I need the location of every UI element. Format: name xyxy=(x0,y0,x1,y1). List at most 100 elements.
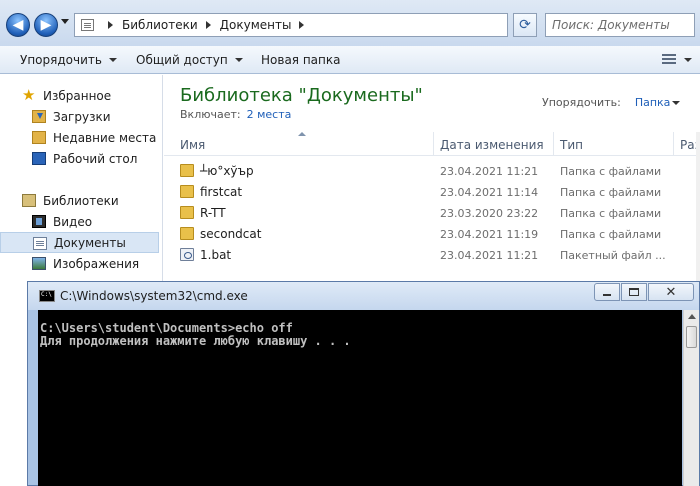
libraries-icon xyxy=(22,194,36,207)
includes-locations-link[interactable]: 2 места xyxy=(247,108,292,121)
minimize-button[interactable] xyxy=(594,283,620,301)
library-includes: Включает: 2 места xyxy=(180,108,291,121)
video-icon xyxy=(32,215,46,228)
cmd-icon xyxy=(39,290,55,302)
batch-file-icon xyxy=(180,248,194,261)
folder-icon xyxy=(180,185,194,198)
sidebar-item-recent-places[interactable]: Недавние места xyxy=(0,127,159,148)
minimize-icon xyxy=(603,294,611,296)
chevron-down-icon xyxy=(234,58,243,62)
folder-icon xyxy=(180,227,194,240)
arrow-right-icon: ▶ xyxy=(40,17,52,33)
view-dropdown-icon[interactable] xyxy=(684,58,692,62)
library-title: Библиотека "Документы" xyxy=(180,85,423,106)
sidebar-item-label: Библиотеки xyxy=(43,193,119,208)
new-folder-label: Новая папка xyxy=(261,53,341,67)
images-icon xyxy=(32,257,46,270)
sidebar-item-favorites[interactable]: ★ Избранное xyxy=(0,85,159,106)
maximize-button[interactable] xyxy=(621,283,647,301)
sidebar-item-images[interactable]: Изображения xyxy=(0,253,159,274)
file-type: Папка с файлами xyxy=(560,207,662,220)
sidebar-item-desktop[interactable]: Рабочий стол xyxy=(0,148,159,169)
arrow-left-icon: ◀ xyxy=(12,17,24,33)
folder-icon xyxy=(180,206,194,219)
column-divider[interactable] xyxy=(553,132,554,156)
star-icon: ★ xyxy=(22,86,36,104)
forward-button[interactable]: ▶ xyxy=(34,13,58,37)
sidebar-item-downloads[interactable]: Загрузки xyxy=(0,106,159,127)
share-button[interactable]: Общий доступ xyxy=(136,53,243,67)
file-date: 23.04.2021 11:21 xyxy=(440,165,539,178)
sidebar-item-documents[interactable]: Документы xyxy=(0,232,159,253)
file-type: Папка с файлами xyxy=(560,165,662,178)
new-folder-button[interactable]: Новая папка xyxy=(261,53,340,67)
sort-ascending-icon xyxy=(298,132,306,136)
chevron-right-icon[interactable] xyxy=(205,21,211,29)
column-date-modified[interactable]: Дата изменения xyxy=(440,138,544,152)
column-divider[interactable] xyxy=(673,132,674,156)
close-icon: ✕ xyxy=(665,284,677,300)
file-name: R-TT xyxy=(200,206,226,220)
cmd-scrollbar[interactable] xyxy=(683,310,699,486)
organize-button[interactable]: Упорядочить xyxy=(20,53,117,67)
close-button[interactable]: ✕ xyxy=(648,283,694,301)
file-name: 1.bat xyxy=(200,248,232,262)
file-date: 23.04.2021 11:14 xyxy=(440,186,539,199)
organize-label: Упорядочить xyxy=(20,53,102,67)
file-name: secondcat xyxy=(200,227,262,241)
command-toolbar: Упорядочить Общий доступ Новая папка xyxy=(0,46,700,74)
chevron-right-icon[interactable] xyxy=(299,21,305,29)
documents-icon xyxy=(33,237,47,250)
recent-pages-dropdown[interactable] xyxy=(61,19,69,24)
sidebar-item-label: Недавние места xyxy=(53,130,157,145)
sidebar-item-label: Избранное xyxy=(43,88,112,103)
column-header: Имя Дата изменения Тип Раз xyxy=(164,132,700,156)
file-row[interactable]: secondcat 23.04.2021 11:19 Папка с файла… xyxy=(178,224,700,245)
column-name[interactable]: Имя xyxy=(180,138,205,152)
downloads-icon xyxy=(32,110,46,123)
file-row[interactable]: firstcat 23.04.2021 11:14 Папка с файлам… xyxy=(178,182,700,203)
file-date: 23.04.2021 11:19 xyxy=(440,228,539,241)
sidebar-item-label: Рабочий стол xyxy=(53,151,138,166)
arrange-by-dropdown[interactable]: Папка xyxy=(635,96,671,109)
includes-label: Включает: xyxy=(180,108,241,121)
breadcrumb-libraries[interactable]: Библиотеки xyxy=(122,18,198,32)
cmd-title-bar[interactable]: C:\Windows\system32\cmd.exe ✕ xyxy=(28,282,699,310)
file-type: Папка с файлами xyxy=(560,186,662,199)
sidebar-item-video[interactable]: Видео xyxy=(0,211,159,232)
scroll-thumb[interactable] xyxy=(686,326,697,348)
file-name: firstcat xyxy=(200,185,243,199)
refresh-button[interactable]: ⟳ xyxy=(513,13,537,37)
file-type: Пакетный файл ... xyxy=(560,249,666,262)
chevron-down-icon[interactable] xyxy=(672,101,680,105)
chevron-down-icon xyxy=(108,58,117,62)
back-button[interactable]: ◀ xyxy=(6,13,30,37)
file-row[interactable]: 1.bat 23.04.2021 11:21 Пакетный файл ... xyxy=(178,245,700,266)
location-icon xyxy=(81,19,94,31)
file-name: ┴ю°хўър xyxy=(200,164,254,178)
cmd-console-output[interactable]: C:\Users\student\Documents>echo off Для … xyxy=(38,310,682,486)
column-type[interactable]: Тип xyxy=(560,138,583,152)
column-divider[interactable] xyxy=(433,132,434,156)
sidebar-item-label: Изображения xyxy=(53,256,140,271)
view-options-icon[interactable] xyxy=(662,52,676,66)
chevron-right-icon[interactable] xyxy=(108,21,113,29)
maximize-icon xyxy=(629,288,639,296)
file-date: 23.03.2020 23:22 xyxy=(440,207,539,220)
console-line: Для продолжения нажмите любую клавишу . … xyxy=(40,334,351,348)
sidebar-item-libraries[interactable]: Библиотеки xyxy=(0,190,159,211)
sidebar-item-label: Документы xyxy=(54,235,126,250)
search-input[interactable] xyxy=(545,13,695,37)
file-row[interactable]: ┴ю°хўър 23.04.2021 11:21 Папка с файлами xyxy=(178,161,700,182)
share-label: Общий доступ xyxy=(136,53,228,67)
sidebar-item-label: Загрузки xyxy=(53,109,111,124)
recent-places-icon xyxy=(32,131,46,144)
cmd-window: C:\Windows\system32\cmd.exe ✕ C:\Users\s… xyxy=(27,281,700,486)
file-row[interactable]: R-TT 23.03.2020 23:22 Папка с файлами xyxy=(178,203,700,224)
scroll-up-icon[interactable] xyxy=(688,314,696,319)
folder-icon xyxy=(180,164,194,177)
address-bar[interactable]: Библиотеки Документы xyxy=(74,13,577,37)
arrange-label: Упорядочить: xyxy=(542,96,621,109)
breadcrumb-documents[interactable]: Документы xyxy=(220,18,292,32)
file-type: Папка с файлами xyxy=(560,228,662,241)
